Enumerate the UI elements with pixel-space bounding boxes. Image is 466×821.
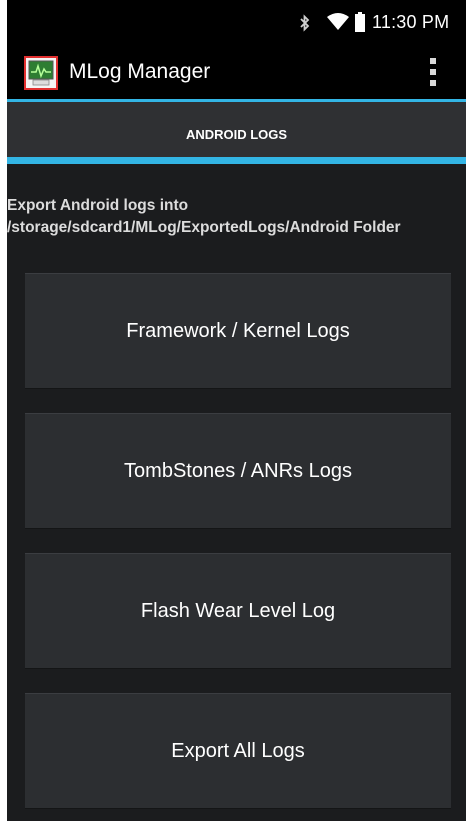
action-bar: MLog Manager <box>7 46 466 99</box>
wifi-icon <box>327 13 349 36</box>
app-logo-icon <box>24 56 58 90</box>
flash-wear-level-log-button[interactable]: Flash Wear Level Log <box>25 553 451 669</box>
app-title: MLog Manager <box>69 60 211 83</box>
battery-icon <box>355 12 365 37</box>
bluetooth-icon <box>299 14 311 37</box>
tab-android-logs[interactable]: ANDROID LOGS <box>7 102 466 157</box>
export-description: Export Android logs into /storage/sdcard… <box>7 197 401 236</box>
framework-kernel-logs-button[interactable]: Framework / Kernel Logs <box>25 273 451 389</box>
status-bar: 11:30 PM <box>7 0 466 46</box>
overflow-menu-icon[interactable] <box>423 56 443 90</box>
tombstones-anrs-logs-button[interactable]: TombStones / ANRs Logs <box>25 413 451 529</box>
phone-screen: 11:30 PM MLog Manager ANDROID LOGS Expor… <box>7 0 466 821</box>
export-all-logs-button[interactable]: Export All Logs <box>25 693 451 809</box>
tab-label: ANDROID LOGS <box>185 127 288 142</box>
status-clock: 11:30 PM <box>372 12 450 32</box>
tab-indicator <box>7 157 466 164</box>
